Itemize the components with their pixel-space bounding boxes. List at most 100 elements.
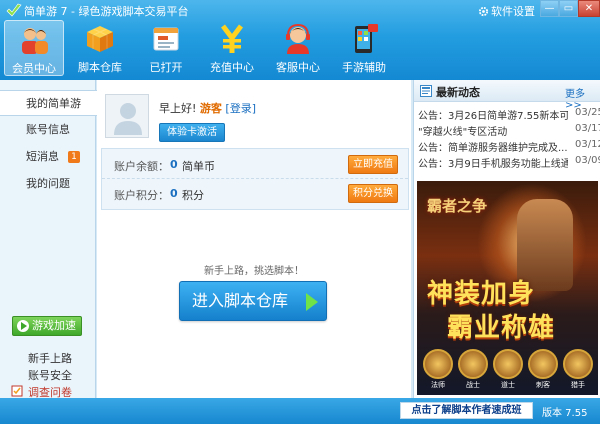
phone-icon <box>355 24 378 53</box>
member-icon <box>22 28 48 54</box>
game-speed-label: 游戏加速 <box>32 319 76 332</box>
profile-card: 早上好! 游客 [登录] 体验卡激活 <box>101 84 407 144</box>
nav-member-center[interactable]: 会员中心 <box>4 20 64 76</box>
news-item-date: 03/25 <box>575 107 600 118</box>
recharge-button[interactable]: 立即充值 <box>348 155 398 174</box>
maximize-button[interactable]: ▭ <box>559 0 578 17</box>
minimize-button[interactable]: — <box>540 0 559 17</box>
banner-slogan-line1: 神装加身 <box>427 279 536 309</box>
news-item[interactable]: 公告：3月9日手机服务功能上线通知 03/09 <box>418 155 600 171</box>
nav-opened[interactable]: 已打开 <box>136 20 196 76</box>
nav-support-center[interactable]: 客服中心 <box>268 20 328 76</box>
points-value: 0 <box>170 187 178 200</box>
points-label: 账户积分： <box>114 189 169 202</box>
user-silhouette-icon <box>114 103 142 135</box>
unread-badge: 1 <box>68 151 80 163</box>
trial-card-button[interactable]: 体验卡激活 <box>159 123 225 142</box>
avatar <box>105 94 149 138</box>
status-bar: 点击了解脚本作者速成班 版本 7.55 <box>0 398 600 424</box>
nav-label: 充值中心 <box>210 61 254 74</box>
nav-label: 客服中心 <box>276 61 320 74</box>
news-item-date: 03/17 <box>575 123 600 134</box>
class-emblem-icon <box>458 349 488 379</box>
newbie-hint: 新手上路，挑选脚本！ <box>204 266 304 277</box>
version-label: 版本 7.55 <box>542 408 588 419</box>
survey-icon <box>11 385 23 397</box>
class-label: 战士 <box>466 381 480 389</box>
support-agent-icon <box>286 23 310 54</box>
sidebar-item-account-info[interactable]: 账号信息 <box>0 117 96 143</box>
sidebar: 我的简单游 账号信息 短消息 1 我的问题 游戏加速 新手上路 账号安全 <box>0 80 97 398</box>
news-icon <box>420 85 432 97</box>
sidebar-item-messages[interactable]: 短消息 1 <box>0 144 96 170</box>
news-item-date: 03/12 <box>575 139 600 150</box>
settings-button[interactable]: 软件设置 <box>478 3 535 19</box>
news-item[interactable]: 公告：简单游服务器维护完成及... 03/12 <box>418 139 600 155</box>
class-emblem-icon <box>528 349 558 379</box>
enter-script-store-label: 进入脚本仓库 <box>192 291 289 310</box>
balance-unit: 简单币 <box>182 160 215 173</box>
cube-icon <box>87 26 113 52</box>
close-button[interactable]: ✕ <box>578 0 600 17</box>
app-title: 简单游 7 - 绿色游戏脚本交易平台 <box>24 5 189 18</box>
top-header: 简单游 7 - 绿色游戏脚本交易平台 软件设置 — ▭ ✕ 会员中心 脚本仓库 … <box>0 0 600 80</box>
nav-label: 已打开 <box>149 61 183 74</box>
game-speed-button[interactable]: 游戏加速 <box>12 316 82 336</box>
points-unit: 积分 <box>182 189 204 202</box>
news-item-title: 公告：3月9日手机服务功能上线通知 <box>418 159 568 170</box>
sidebar-item-my-questions[interactable]: 我的问题 <box>0 171 96 197</box>
settings-label: 软件设置 <box>491 5 535 18</box>
nav-label: 会员中心 <box>12 62 56 75</box>
news-item-date: 03/09 <box>575 155 600 166</box>
class-label: 刺客 <box>536 381 550 389</box>
main-nav: 会员中心 脚本仓库 已打开 充值中心 客服中心 手游辅助 <box>0 20 600 78</box>
balance-value: 0 <box>170 158 178 171</box>
arrow-right-icon <box>306 293 318 311</box>
banner-game-logo: 霸者之争 <box>427 197 488 215</box>
news-header: 最新动态 更多>> <box>414 80 600 111</box>
news-item-title: "穿越火线"专区活动 <box>418 127 508 138</box>
balance-label: 账户余额： <box>114 160 169 173</box>
login-link[interactable]: [登录] <box>225 102 256 115</box>
class-emblem-icon <box>493 349 523 379</box>
script-window-icon <box>153 27 179 51</box>
news-item[interactable]: 公告：3月26日简单游7.55新本可 03/25 <box>418 107 600 123</box>
nav-recharge-center[interactable]: 充值中心 <box>202 20 262 76</box>
newbie-link[interactable]: 新手上路 <box>28 350 72 366</box>
class-label: 猎手 <box>571 381 585 389</box>
play-icon <box>17 320 29 332</box>
window-controls: — ▭ ✕ <box>540 0 600 17</box>
greeting: 早上好! 游客 [登录] <box>159 100 256 116</box>
banner-slogan-line2: 霸业称雄 <box>447 313 556 343</box>
news-panel: 最新动态 更多>> 公告：3月26日简单游7.55新本可 03/25 "穿越火线… <box>413 80 600 398</box>
main-panel: 早上好! 游客 [登录] 体验卡激活 账户余额： 0 简单币 立即充值 账户积分… <box>97 80 411 398</box>
greeting-text: 早上好! <box>159 102 197 115</box>
balance-row: 账户余额： 0 简单币 立即充值 <box>102 151 408 179</box>
title-bar: 简单游 7 - 绿色游戏脚本交易平台 软件设置 — ▭ ✕ <box>0 0 600 20</box>
author-course-button[interactable]: 点击了解脚本作者速成班 <box>400 402 533 419</box>
enter-script-store-button[interactable]: 进入脚本仓库 <box>179 281 327 321</box>
news-item-title: 公告：3月26日简单游7.55新本可 <box>418 111 568 122</box>
news-title: 最新动态 <box>436 86 480 99</box>
news-item[interactable]: "穿越火线"专区活动 03/17 <box>418 123 600 139</box>
game-ad-banner[interactable]: 霸者之争 神装加身 霸业称雄 法师 战士 道士 刺客 猎手 <box>417 181 598 395</box>
points-row: 账户积分： 0 积分 积分兑换 <box>102 180 408 208</box>
class-emblem-icon <box>423 349 453 379</box>
nav-mobile-assist[interactable]: 手游辅助 <box>334 20 394 76</box>
news-item-title: 公告：简单游服务器维护完成及... <box>418 143 568 154</box>
nav-script-store[interactable]: 脚本仓库 <box>70 20 130 76</box>
gear-icon <box>478 6 489 16</box>
account-security-link[interactable]: 账号安全 <box>28 367 72 383</box>
yen-icon <box>221 24 243 53</box>
class-label: 法师 <box>431 381 445 389</box>
nav-label: 脚本仓库 <box>78 61 122 74</box>
nav-label: 手游辅助 <box>342 61 386 74</box>
points-exchange-button[interactable]: 积分兑换 <box>348 184 398 203</box>
guest-name: 游客 <box>199 102 222 115</box>
account-summary: 账户余额： 0 简单币 立即充值 账户积分： 0 积分 积分兑换 <box>101 148 409 210</box>
class-emblem-icon <box>563 349 593 379</box>
app-logo-icon <box>6 3 22 17</box>
class-label: 道士 <box>501 381 515 389</box>
sidebar-item-label: 短消息 <box>26 150 59 163</box>
sidebar-item-my-jiandanyou[interactable]: 我的简单游 <box>0 90 97 116</box>
